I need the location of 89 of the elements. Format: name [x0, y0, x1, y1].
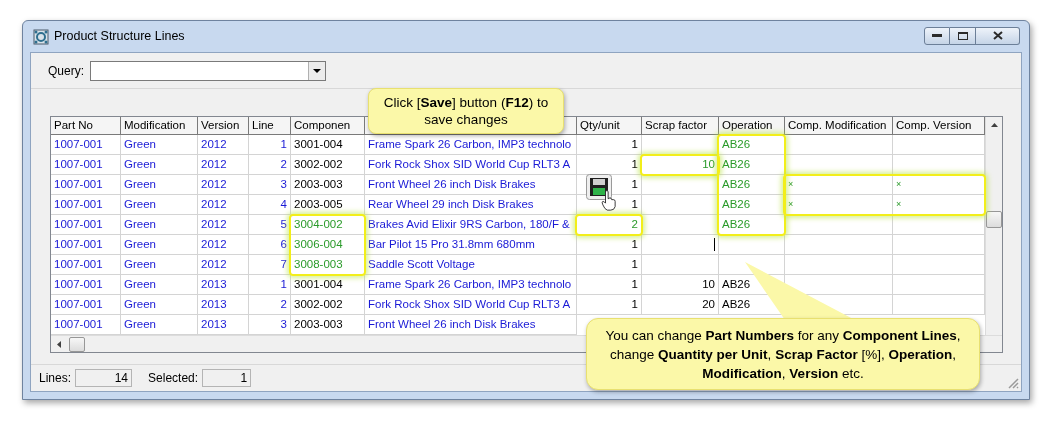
table-cell: 3001-004: [291, 135, 365, 155]
table-cell[interactable]: Bar Pilot 15 Pro 31.8mm 680mm: [365, 235, 577, 255]
save-hint-tooltip: Click [Save] button (F12) to save changes: [368, 88, 564, 134]
selected-label: Selected:: [148, 370, 199, 387]
table-cell[interactable]: 2012: [198, 235, 249, 255]
table-cell[interactable]: 1: [249, 275, 291, 295]
table-cell[interactable]: 2012: [198, 155, 249, 175]
column-header[interactable]: Comp. Version: [893, 117, 985, 135]
column-header[interactable]: Line: [249, 117, 291, 135]
table-cell[interactable]: Frame Spark 26 Carbon, IMP3 technolo: [365, 275, 577, 295]
table-cell[interactable]: Green: [121, 295, 198, 315]
column-header[interactable]: Comp. Modification: [785, 117, 893, 135]
table-cell[interactable]: 2012: [198, 255, 249, 275]
table-cell[interactable]: 2012: [198, 135, 249, 155]
table-cell[interactable]: 7: [249, 255, 291, 275]
table-cell: ×: [785, 175, 893, 195]
lines-count: 14: [75, 369, 133, 387]
table-cell[interactable]: 3: [249, 175, 291, 195]
table-cell: 3002-002: [291, 155, 365, 175]
table-cell[interactable]: Green: [121, 275, 198, 295]
table-cell[interactable]: Green: [121, 215, 198, 235]
table-cell: 3001-004: [291, 275, 365, 295]
query-label: Query:: [48, 62, 84, 80]
table-cell[interactable]: 2: [249, 155, 291, 175]
table-cell[interactable]: Saddle Scott Voltage: [365, 255, 577, 275]
table-cell: 3004-002: [291, 215, 365, 235]
table-cell: AB26: [719, 135, 785, 155]
table-cell: 1: [577, 275, 642, 295]
table-cell[interactable]: Fork Rock Shox SID World Cup RLT3 A: [365, 295, 577, 315]
table-cell[interactable]: Rear Wheel 29 inch Disk Brakes: [365, 195, 577, 215]
table-cell[interactable]: Frame Spark 26 Carbon, IMP3 technolo: [365, 135, 577, 155]
table-cell: ×: [893, 175, 985, 195]
table-cell: AB26: [719, 195, 785, 215]
column-header[interactable]: Qty/unit: [577, 117, 642, 135]
column-header[interactable]: Scrap factor: [642, 117, 719, 135]
table-cell[interactable]: 2: [249, 295, 291, 315]
column-header[interactable]: Modification: [121, 117, 198, 135]
table-cell[interactable]: 1007-001: [51, 275, 121, 295]
table-cell: 10: [642, 275, 719, 295]
table-cell[interactable]: 2012: [198, 195, 249, 215]
table-cell: AB26: [719, 175, 785, 195]
table-cell: AB26: [719, 215, 785, 235]
table-cell: ×: [893, 195, 985, 215]
table-cell[interactable]: Green: [121, 255, 198, 275]
table-cell: 1: [577, 255, 642, 275]
table-cell: 2: [577, 215, 642, 235]
table-cell: 1: [577, 135, 642, 155]
table-cell[interactable]: 5: [249, 215, 291, 235]
table-cell[interactable]: 1007-001: [51, 255, 121, 275]
table-cell[interactable]: 2012: [198, 215, 249, 235]
table-cell: 1: [577, 295, 642, 315]
table-cell: AB26: [719, 155, 785, 175]
table-cell[interactable]: Fork Rock Shox SID World Cup RLT3 A: [365, 155, 577, 175]
table-cell: 10: [642, 155, 719, 175]
table-cell[interactable]: 1: [249, 135, 291, 155]
table-cell[interactable]: 2013: [198, 295, 249, 315]
table-cell[interactable]: 1007-001: [51, 295, 121, 315]
table-cell[interactable]: Green: [121, 175, 198, 195]
table-cell[interactable]: Green: [121, 135, 198, 155]
table-cell: 3002-002: [291, 295, 365, 315]
table-cell: 2003-005: [291, 195, 365, 215]
table-cell[interactable]: 4: [249, 195, 291, 215]
column-header[interactable]: Componen: [291, 117, 365, 135]
table-cell[interactable]: 1007-001: [51, 155, 121, 175]
table-cell: 1: [577, 235, 642, 255]
selected-count: 1: [202, 369, 252, 387]
table-cell[interactable]: Brakes Avid Elixir 9RS Carbon, 180/F &: [365, 215, 577, 235]
table-cell[interactable]: 1007-001: [51, 195, 121, 215]
table-cell[interactable]: 6: [249, 235, 291, 255]
table-cell[interactable]: 1007-001: [51, 175, 121, 195]
table-cell: ×: [785, 195, 893, 215]
table-cell[interactable]: 1007-001: [51, 135, 121, 155]
table-cell[interactable]: Green: [121, 195, 198, 215]
window-title: Product Structure Lines: [54, 28, 185, 46]
table-cell[interactable]: Front Wheel 26 inch Disk Brakes: [365, 175, 577, 195]
column-header[interactable]: Operation: [719, 117, 785, 135]
table-cell[interactable]: 1007-001: [51, 215, 121, 235]
table-cell[interactable]: 2012: [198, 175, 249, 195]
table-cell[interactable]: Green: [121, 235, 198, 255]
table-cell: 3006-004: [291, 235, 365, 255]
table-cell: 2003-003: [291, 175, 365, 195]
table-cell[interactable]: Green: [121, 155, 198, 175]
column-header[interactable]: Part No: [51, 117, 121, 135]
table-cell: 3008-003: [291, 255, 365, 275]
lines-label: Lines:: [39, 370, 72, 387]
table-cell: 20: [642, 295, 719, 315]
table-cell[interactable]: 1007-001: [51, 235, 121, 255]
table-cell[interactable]: 2013: [198, 275, 249, 295]
column-header[interactable]: Version: [198, 117, 249, 135]
